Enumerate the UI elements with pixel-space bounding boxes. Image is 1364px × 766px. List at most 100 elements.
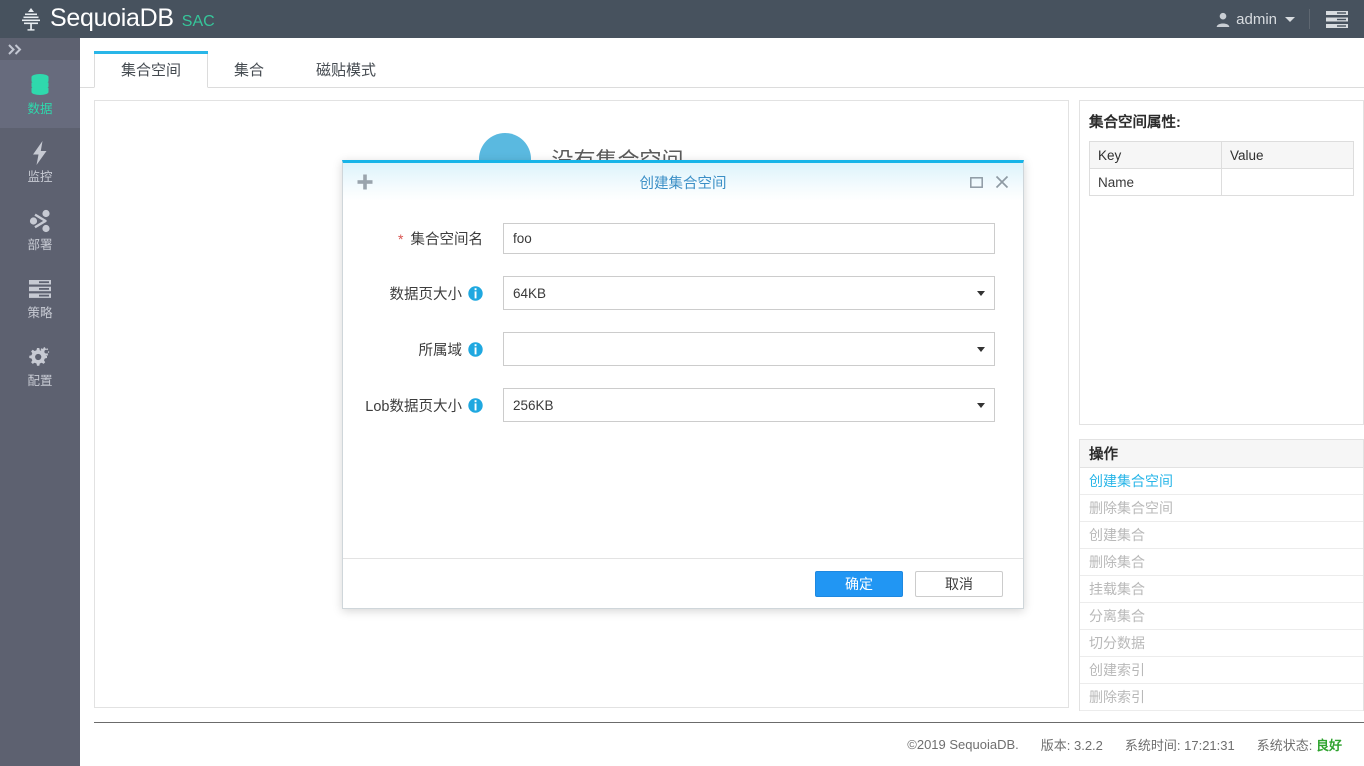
- lob-page-size-select[interactable]: 256KB: [503, 388, 995, 422]
- info-icon[interactable]: [468, 397, 483, 413]
- status-badge: 良好: [1315, 738, 1342, 753]
- chevron-down-icon: [1285, 16, 1295, 22]
- dialog-title: 创建集合空间: [639, 175, 727, 192]
- operation-label: 切分数据: [1089, 635, 1145, 651]
- close-icon[interactable]: [995, 175, 1009, 189]
- form-row-name: * 集合空间名: [343, 223, 1023, 254]
- column-header-key: Key: [1089, 141, 1222, 169]
- create-collection-space-dialog: 创建集合空间 * 集合空间名 数据页大小: [342, 160, 1024, 609]
- operation-label: 删除集合: [1089, 554, 1145, 570]
- confirm-button[interactable]: 确定: [815, 570, 903, 597]
- maximize-icon[interactable]: [970, 176, 983, 189]
- sidebar-item-label: 数据: [27, 102, 53, 117]
- operation-create-index: 创建索引: [1080, 657, 1363, 684]
- sidebar-item-deployment[interactable]: 部署: [0, 196, 80, 264]
- sequoia-tree-icon: [22, 8, 40, 31]
- collection-space-properties-panel: 集合空间属性: Key Value Name: [1079, 100, 1364, 425]
- sidebar-item-label: 监控: [27, 170, 53, 185]
- sidebar-item-configuration[interactable]: 配置: [0, 332, 80, 400]
- double-chevron-right-icon: [8, 43, 22, 55]
- lob-page-size-value: 256KB: [513, 397, 554, 413]
- collection-space-name-field[interactable]: [503, 223, 995, 254]
- properties-panel-title: 集合空间属性:: [1089, 115, 1181, 131]
- field-label-text: 所属域: [418, 342, 463, 359]
- collection-space-name-input[interactable]: [513, 224, 985, 253]
- tab-collection[interactable]: 集合: [208, 51, 290, 87]
- sidebar-item-label: 部署: [27, 238, 53, 253]
- tab-collection-space[interactable]: 集合空间: [94, 51, 209, 88]
- info-icon[interactable]: [468, 341, 483, 357]
- info-icon[interactable]: [468, 285, 483, 301]
- footer-copyright: ©2019 SequoiaDB.: [907, 737, 1019, 752]
- column-header-value: Value: [1221, 141, 1354, 169]
- label-domain: 所属域: [363, 339, 503, 360]
- operation-label: 挂载集合: [1089, 581, 1145, 597]
- operation-label: 创建索引: [1089, 662, 1145, 678]
- tab-label: 集合: [234, 61, 265, 79]
- footer-status-label: 系统状态:: [1256, 738, 1313, 753]
- dialog-footer: 确定 取消: [343, 558, 1023, 608]
- header-right-group: admin: [1202, 0, 1364, 38]
- sidebar-item-label: 配置: [27, 374, 53, 389]
- brand-logo: SequoiaDB SAC: [18, 6, 215, 32]
- footer-bar: ©2019 SequoiaDB. 版本: 3.2.2 系统时间: 17:21:3…: [94, 723, 1364, 766]
- field-label-text: 集合空间名: [410, 232, 484, 248]
- menu-toggle-button[interactable]: [1310, 0, 1364, 38]
- operation-detach-collection: 分离集合: [1080, 603, 1363, 630]
- sidebar-item-data[interactable]: 数据: [0, 60, 80, 128]
- footer-system-time: 系统时间: 17:21:31: [1124, 738, 1235, 753]
- tab-label: 磁贴模式: [316, 61, 377, 79]
- tab-tile-mode[interactable]: 磁贴模式: [290, 51, 402, 87]
- list-rows-icon: [29, 280, 51, 299]
- left-sidebar: 数据 监控 部署 策略 配置: [0, 38, 80, 766]
- domain-select[interactable]: [503, 332, 995, 366]
- operation-label: 删除索引: [1089, 689, 1145, 705]
- operation-label: 创建集合空间: [1089, 473, 1173, 489]
- chevron-down-icon: [977, 402, 985, 408]
- sidebar-item-strategy[interactable]: 策略: [0, 264, 80, 332]
- page-size-select[interactable]: 64KB: [503, 276, 995, 310]
- required-asterisk: *: [398, 230, 404, 247]
- operation-drop-collection-space: 删除集合空间: [1080, 495, 1363, 522]
- share-nodes-icon: [29, 210, 50, 233]
- brand-name: SequoiaDB: [50, 4, 174, 32]
- footer-system-status: 系统状态: 良好: [1257, 735, 1342, 754]
- sidebar-item-monitoring[interactable]: 监控: [0, 128, 80, 196]
- operation-label: 创建集合: [1089, 527, 1145, 543]
- property-value-cell: [1221, 168, 1354, 196]
- chevron-down-icon: [977, 290, 985, 296]
- label-collection-space-name: * 集合空间名: [363, 228, 503, 249]
- gears-icon: [29, 347, 50, 366]
- tab-label: 集合空间: [121, 61, 182, 79]
- cancel-button[interactable]: 取消: [915, 570, 1003, 597]
- field-label-text: 数据页大小: [389, 286, 463, 303]
- operation-create-collection: 创建集合: [1080, 522, 1363, 549]
- table-row[interactable]: Name: [1089, 168, 1354, 196]
- brand-suffix: SAC: [181, 13, 215, 30]
- form-row-page-size: 数据页大小 64KB: [343, 276, 1023, 310]
- form-row-domain: 所属域: [343, 332, 1023, 366]
- page-size-value: 64KB: [513, 285, 547, 301]
- operation-drop-collection: 删除集合: [1080, 549, 1363, 576]
- field-label-text: Lob数据页大小: [365, 398, 462, 415]
- list-menu-icon: [1326, 10, 1348, 28]
- label-page-size: 数据页大小: [363, 283, 503, 304]
- property-key-cell: Name: [1089, 168, 1222, 196]
- form-row-lob-page-size: Lob数据页大小 256KB: [343, 388, 1023, 422]
- dialog-title-bar[interactable]: 创建集合空间: [343, 163, 1023, 201]
- properties-table: Key Value Name: [1089, 141, 1354, 196]
- operation-label: 删除集合空间: [1089, 500, 1173, 516]
- label-lob-page-size: Lob数据页大小: [363, 395, 503, 416]
- user-name-label: admin: [1236, 10, 1277, 28]
- footer-version: 版本: 3.2.2: [1040, 738, 1103, 753]
- tab-bar: 集合空间 集合 磁贴模式: [80, 38, 1364, 88]
- user-menu[interactable]: admin: [1202, 0, 1309, 38]
- chevron-down-icon: [977, 346, 985, 352]
- operation-create-collection-space[interactable]: 创建集合空间: [1080, 468, 1363, 495]
- properties-table-header-row: Key Value: [1089, 141, 1354, 169]
- plus-icon: [357, 174, 373, 190]
- user-icon: [1216, 12, 1230, 27]
- operation-attach-collection: 挂载集合: [1080, 576, 1363, 603]
- sidebar-expand-button[interactable]: [0, 38, 80, 60]
- lightning-bolt-icon: [33, 141, 47, 166]
